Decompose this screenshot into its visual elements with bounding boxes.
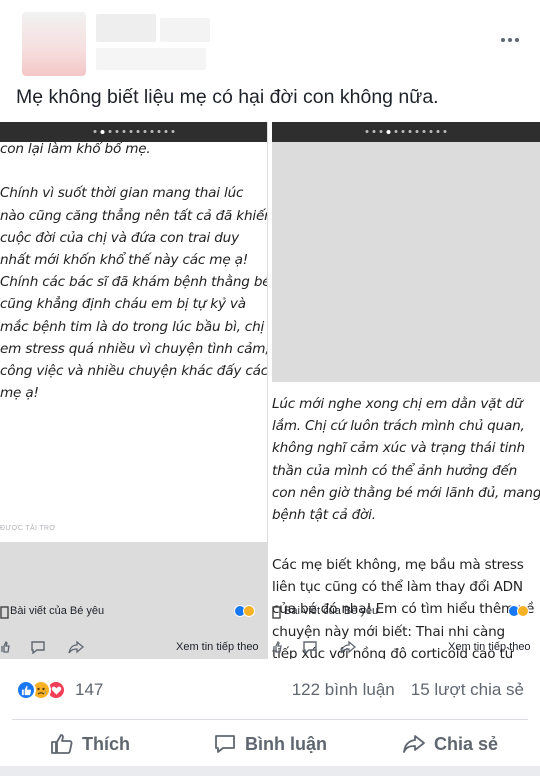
story-line: con nên giờ thằng bé mới lãnh đủ, mang: [272, 484, 540, 501]
like-reaction-icon: [16, 680, 36, 700]
blurred-name[interactable]: [96, 14, 156, 42]
story-progress-bar: [272, 122, 540, 142]
story-line: mắc bệnh tim là do trong lúc bầu bì, chị: [0, 318, 265, 335]
sponsored-label: ĐƯỢC TÀI TRỢ: [0, 525, 56, 532]
story-line: thần của mình có thể ảnh hưởng đến: [272, 462, 518, 479]
story-line: lắm. Chị cứ luôn trách mình chủ quan,: [272, 418, 525, 435]
next-story-link[interactable]: Xem tin tiếp theo: [448, 641, 531, 653]
story-line: [0, 160, 267, 182]
facebook-post: Mẹ không biết liệu mẹ có hại đời con khô…: [0, 0, 540, 776]
thumbs-up-icon: [51, 734, 73, 754]
story-line: em stress quá nhiều vì chuyện tình cảm,: [0, 340, 268, 357]
mini-reactions: [508, 605, 529, 617]
story-line: Chính các bác sĩ đã khám bệnh thằng bé: [0, 274, 268, 291]
share-label: Chia sẻ: [433, 733, 499, 754]
page-icon: [272, 606, 281, 619]
post-caption: Mẹ không biết liệu mẹ có hại đời con khô…: [16, 86, 439, 108]
share-count-link[interactable]: 15 lượt chia sẻ: [411, 680, 524, 700]
divider: [12, 719, 528, 720]
story-line: công việc và nhiều chuyện khác đấy các: [0, 363, 268, 380]
share-mini-icon[interactable]: [340, 640, 356, 654]
page-icon: [0, 606, 9, 619]
comment-mini-icon[interactable]: [302, 640, 318, 654]
blurred-timestamp: [96, 48, 206, 70]
blurred-name-part: [160, 18, 210, 42]
blurred-avatar[interactable]: [22, 12, 86, 76]
more-icon[interactable]: [498, 30, 522, 50]
share-mini-icon[interactable]: [68, 640, 84, 654]
story-line: con lại làm khổ bố mẹ.: [0, 141, 151, 157]
comment-mini-icon[interactable]: [30, 640, 46, 654]
left-story-text: con lại làm khổ bố mẹ. Chính vì suốt thờ…: [0, 138, 268, 404]
story-line: cũng khẳng định cháu em bị tự kỷ và: [0, 296, 246, 313]
story-line: bệnh tật cả đời.: [272, 507, 376, 524]
story-line: Chính vì suốt thời gian mang thai lúc: [0, 185, 244, 202]
right-story-text-1: Lúc mới nghe xong chị em dằn vặt dữ lắm. …: [272, 393, 540, 526]
story-line: Các mẹ biết không, mẹ bầu mà stress: [272, 557, 524, 573]
story-line: mẹ ạ!: [0, 385, 39, 402]
post-of-label[interactable]: Bài viết của Bé yêu: [284, 605, 378, 617]
story-line: không nghĩ cảm xúc và trạng thái tinh: [272, 440, 525, 457]
mini-reactions: [234, 605, 255, 617]
share-button[interactable]: Chia sẻ: [360, 722, 540, 766]
image-placeholder: [272, 142, 540, 382]
comment-button[interactable]: Bình luận: [180, 722, 360, 766]
action-bar: Thích Bình luận Chia sẻ: [0, 722, 540, 766]
post-stats: 122 bình luận 15 lượt chia sẻ: [292, 680, 524, 700]
like-mini-icon[interactable]: [0, 640, 10, 654]
comment-icon: [215, 735, 235, 753]
story-line: cuộc đời của chị và đứa con trai duy: [0, 229, 239, 246]
comment-count-link[interactable]: 122 bình luận: [292, 680, 395, 700]
right-screenshot-image[interactable]: Lúc mới nghe xong chị em dằn vặt dữ lắm. …: [272, 122, 540, 659]
share-icon: [403, 735, 425, 753]
like-label: Thích: [82, 733, 130, 754]
story-line: nào cũng căng thẳng nên tất cả đã khiến: [0, 207, 268, 224]
next-story-link[interactable]: Xem tin tiếp theo: [176, 641, 259, 653]
like-button[interactable]: Thích: [0, 722, 180, 766]
story-line: nhất mới khốn khổ thế này các mẹ ạ!: [0, 252, 248, 269]
story-line: Lúc mới nghe xong chị em dằn vặt dữ: [272, 396, 523, 412]
reaction-count: 147: [75, 680, 104, 699]
story-line: liên tục cũng có thể làm thay đổi ADN: [272, 579, 523, 596]
feed-gap: [0, 766, 540, 776]
left-screenshot-image[interactable]: con lại làm khổ bố mẹ. Chính vì suốt thờ…: [0, 122, 268, 659]
post-of-label[interactable]: Bài viết của Bé yêu: [10, 605, 104, 617]
reaction-summary[interactable]: 147: [16, 680, 103, 700]
like-mini-icon[interactable]: [272, 640, 282, 654]
comment-label: Bình luận: [245, 733, 327, 754]
